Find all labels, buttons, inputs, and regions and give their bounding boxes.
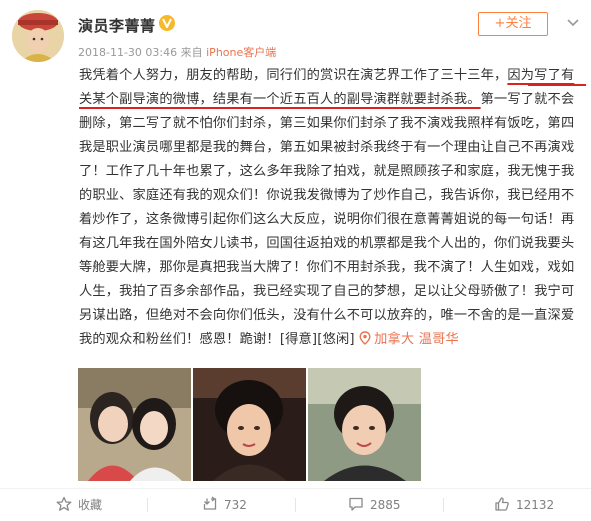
location-text: 加拿大 温哥华: [374, 332, 459, 347]
photo-1[interactable]: [78, 368, 191, 481]
chevron-down-icon[interactable]: [565, 14, 581, 30]
repost-count: 732: [224, 498, 247, 512]
avatar[interactable]: [12, 10, 64, 62]
text-part-2: 第一写了就不会删除，第二写了就不怕你们封杀，第三如果你们封杀了我不演戏我照样有饭…: [79, 92, 575, 347]
emoji-2: [悠闲]: [317, 332, 355, 347]
location-link[interactable]: 加拿大 温哥华: [359, 331, 459, 347]
comment-icon: [349, 497, 363, 511]
verified-badge-icon: [158, 14, 176, 32]
divider: [443, 498, 444, 512]
repost-icon: [203, 496, 217, 510]
photo-2[interactable]: [193, 368, 306, 481]
favorite-button[interactable]: 收藏: [56, 489, 102, 521]
text-part-1: 我凭着个人努力，朋友的帮助，同行们的赏识在演艺界工作了三十三年，: [79, 68, 508, 83]
follow-button[interactable]: +关注: [478, 12, 548, 36]
divider: [295, 498, 296, 512]
star-icon: [56, 496, 72, 511]
favorite-label: 收藏: [78, 498, 103, 512]
comment-count: 2885: [370, 498, 401, 512]
location-pin-icon: [359, 331, 371, 345]
emoji-1: [得意]: [279, 332, 318, 347]
photo-3[interactable]: [308, 368, 421, 481]
post-meta: 2018-11-30 03:46 来自 iPhone客户端: [78, 44, 276, 60]
repost-button[interactable]: 732: [202, 489, 247, 521]
like-button[interactable]: 12132: [494, 489, 554, 521]
post-text: 我凭着个人努力，朋友的帮助，同行们的赏识在演艺界工作了三十三年，因为写了有关某个…: [79, 64, 587, 352]
post-time[interactable]: 2018-11-30 03:46: [78, 46, 177, 59]
source-link[interactable]: iPhone客户端: [206, 46, 276, 59]
thumbs-up-icon: [495, 497, 509, 511]
author-name[interactable]: 演员李菁菁: [78, 15, 156, 36]
post-header: 演员李菁菁 2018-11-30 03:46 来自 iPhone客户端 +关注: [0, 0, 591, 64]
source-prefix: 来自: [180, 46, 203, 59]
like-count: 12132: [516, 498, 555, 512]
divider: [147, 498, 148, 512]
comment-button[interactable]: 2885: [348, 489, 401, 521]
action-bar: 收藏 732 2885 12132: [0, 488, 591, 521]
